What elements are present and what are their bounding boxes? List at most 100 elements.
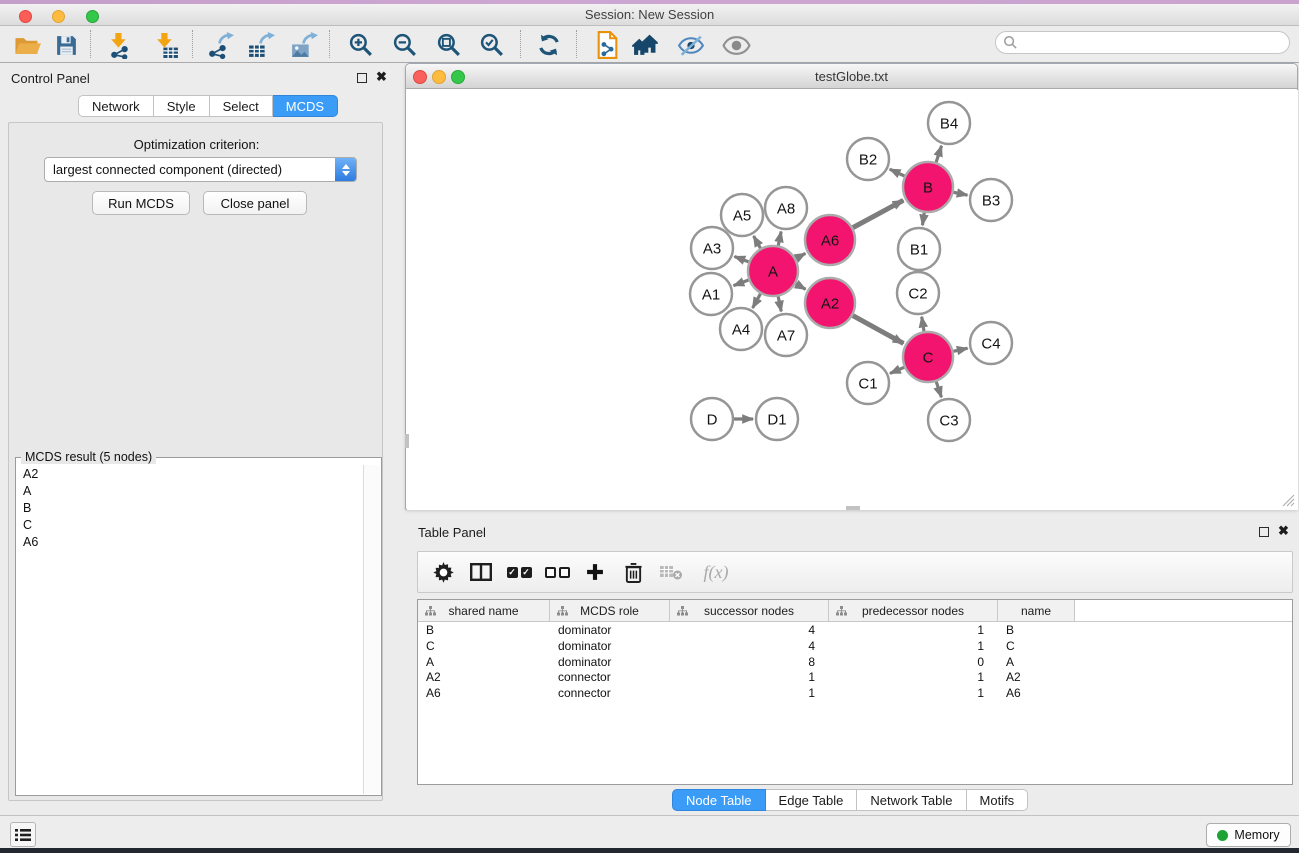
tab-motifs[interactable]: Motifs xyxy=(967,789,1029,811)
edge-A2-C[interactable] xyxy=(853,316,904,344)
zoom-in-icon[interactable] xyxy=(345,29,377,61)
table-panel-float-icon[interactable] xyxy=(1259,527,1269,537)
column-header-name[interactable]: name xyxy=(998,600,1075,621)
cell-successor-nodes[interactable]: 4 xyxy=(670,638,829,654)
cell-successor-nodes[interactable]: 1 xyxy=(670,669,829,685)
table-row[interactable]: Bdominator41B xyxy=(418,622,1292,638)
cell-successor-nodes[interactable]: 1 xyxy=(670,685,829,701)
tab-node-table[interactable]: Node Table xyxy=(672,789,766,811)
mcds-result-item[interactable]: A6 xyxy=(17,533,363,550)
unchecked-boxes-icon[interactable] xyxy=(542,557,572,587)
tab-style[interactable]: Style xyxy=(154,95,210,117)
zoom-fit-icon[interactable] xyxy=(433,29,465,61)
edge-A-A1[interactable] xyxy=(734,280,749,286)
cell-MCDS-role[interactable]: connector xyxy=(550,685,670,701)
table-row[interactable]: A6connector11A6 xyxy=(418,685,1292,701)
edge-A-A3[interactable] xyxy=(734,256,748,261)
column-header-MCDS-role[interactable]: MCDS role xyxy=(550,600,670,621)
mcds-result-item[interactable]: B xyxy=(17,499,363,516)
tab-select[interactable]: Select xyxy=(210,95,273,117)
tab-network[interactable]: Network xyxy=(78,95,154,117)
column-header-predecessor-nodes[interactable]: predecessor nodes xyxy=(829,600,998,621)
cell-name[interactable]: A2 xyxy=(998,669,1075,685)
scroll-nub[interactable] xyxy=(846,506,860,510)
column-header-successor-nodes[interactable]: successor nodes xyxy=(670,600,829,621)
edge-A-A8[interactable] xyxy=(778,232,781,246)
edge-C-C2[interactable] xyxy=(922,317,924,332)
edge-A-A5[interactable] xyxy=(754,236,761,248)
eye-slash-icon[interactable] xyxy=(675,29,707,61)
double-home-icon[interactable] xyxy=(631,29,663,61)
task-history-button[interactable] xyxy=(10,822,36,847)
cell-successor-nodes[interactable]: 8 xyxy=(670,654,829,670)
cell-shared-name[interactable]: B xyxy=(418,622,550,638)
control-panel-close-icon[interactable]: ✖ xyxy=(376,72,387,82)
edge-C-C4[interactable] xyxy=(953,348,967,351)
cell-shared-name[interactable]: A6 xyxy=(418,685,550,701)
edge-B-B4[interactable] xyxy=(936,146,941,162)
trash-icon[interactable] xyxy=(618,557,648,587)
cell-name[interactable]: B xyxy=(998,622,1075,638)
resize-grip-icon[interactable] xyxy=(1282,494,1295,507)
import-table-icon[interactable] xyxy=(150,29,182,61)
edge-A-A2[interactable] xyxy=(796,284,806,290)
cell-name[interactable]: A6 xyxy=(998,685,1075,701)
checked-boxes-icon[interactable]: ✓✓ xyxy=(504,557,534,587)
search-input[interactable] xyxy=(995,31,1290,54)
network-document-icon[interactable] xyxy=(591,29,623,61)
edge-A6-B[interactable] xyxy=(853,200,904,227)
cell-predecessor-nodes[interactable]: 1 xyxy=(829,685,998,701)
node-table[interactable]: shared nameMCDS rolesuccessor nodesprede… xyxy=(417,599,1293,785)
network-window-titlebar[interactable]: testGlobe.txt xyxy=(406,64,1297,89)
edge-C-C1[interactable] xyxy=(890,367,904,373)
cell-name[interactable]: A xyxy=(998,654,1075,670)
edge-B-B1[interactable] xyxy=(922,213,924,226)
save-floppy-icon[interactable] xyxy=(50,29,82,61)
scroll-nub[interactable] xyxy=(405,434,409,448)
table-row[interactable]: A2connector11A2 xyxy=(418,669,1292,685)
edge-C-C3[interactable] xyxy=(936,382,941,398)
cell-predecessor-nodes[interactable]: 1 xyxy=(829,638,998,654)
edge-A-A4[interactable] xyxy=(753,294,761,308)
network-graph[interactable]: B4B2BB3A5A8A6B1A3AA1C2A2A4A7C4CC1C3DD1 xyxy=(407,90,1298,510)
tab-network-table[interactable]: Network Table xyxy=(857,789,966,811)
edge-A-A6[interactable] xyxy=(796,253,806,258)
gear-icon[interactable] xyxy=(428,557,458,587)
export-image-icon[interactable] xyxy=(288,29,320,61)
edge-A-A7[interactable] xyxy=(778,296,781,311)
column-header-shared-name[interactable]: shared name xyxy=(418,600,550,621)
refresh-icon[interactable] xyxy=(533,29,565,61)
table-row[interactable]: Cdominator41C xyxy=(418,638,1292,654)
memory-button[interactable]: Memory xyxy=(1206,823,1291,847)
criterion-select[interactable]: largest connected component (directed) xyxy=(44,157,357,182)
mcds-result-item[interactable]: A2 xyxy=(17,465,363,482)
tab-edge-table[interactable]: Edge Table xyxy=(766,789,858,811)
run-mcds-button[interactable]: Run MCDS xyxy=(92,191,190,215)
cell-MCDS-role[interactable]: dominator xyxy=(550,638,670,654)
mcds-result-item[interactable]: A xyxy=(17,482,363,499)
table-panel-close-icon[interactable]: ✖ xyxy=(1278,526,1289,536)
cell-shared-name[interactable]: C xyxy=(418,638,550,654)
cell-shared-name[interactable]: A2 xyxy=(418,669,550,685)
table-row[interactable]: Adominator80A xyxy=(418,654,1292,670)
mcds-result-scrollbar[interactable] xyxy=(363,465,380,794)
close-panel-button[interactable]: Close panel xyxy=(203,191,307,215)
split-columns-icon[interactable] xyxy=(466,557,496,587)
network-canvas[interactable]: B4B2BB3A5A8A6B1A3AA1C2A2A4A7C4CC1C3DD1 xyxy=(407,90,1298,510)
cell-MCDS-role[interactable]: dominator xyxy=(550,622,670,638)
mcds-result-item[interactable]: C xyxy=(17,516,363,533)
edge-B-B3[interactable] xyxy=(953,192,967,195)
cell-predecessor-nodes[interactable]: 0 xyxy=(829,654,998,670)
function-fx-icon[interactable]: f(x) xyxy=(694,557,738,587)
cell-MCDS-role[interactable]: dominator xyxy=(550,654,670,670)
export-table-icon[interactable] xyxy=(245,29,277,61)
import-network-icon[interactable] xyxy=(104,29,136,61)
cell-shared-name[interactable]: A xyxy=(418,654,550,670)
cell-name[interactable]: C xyxy=(998,638,1075,654)
cell-predecessor-nodes[interactable]: 1 xyxy=(829,622,998,638)
folder-open-icon[interactable] xyxy=(12,29,44,61)
cell-predecessor-nodes[interactable]: 1 xyxy=(829,669,998,685)
control-panel-float-icon[interactable] xyxy=(357,73,367,83)
delete-table-icon[interactable] xyxy=(656,557,686,587)
edge-B-B2[interactable] xyxy=(890,169,905,176)
